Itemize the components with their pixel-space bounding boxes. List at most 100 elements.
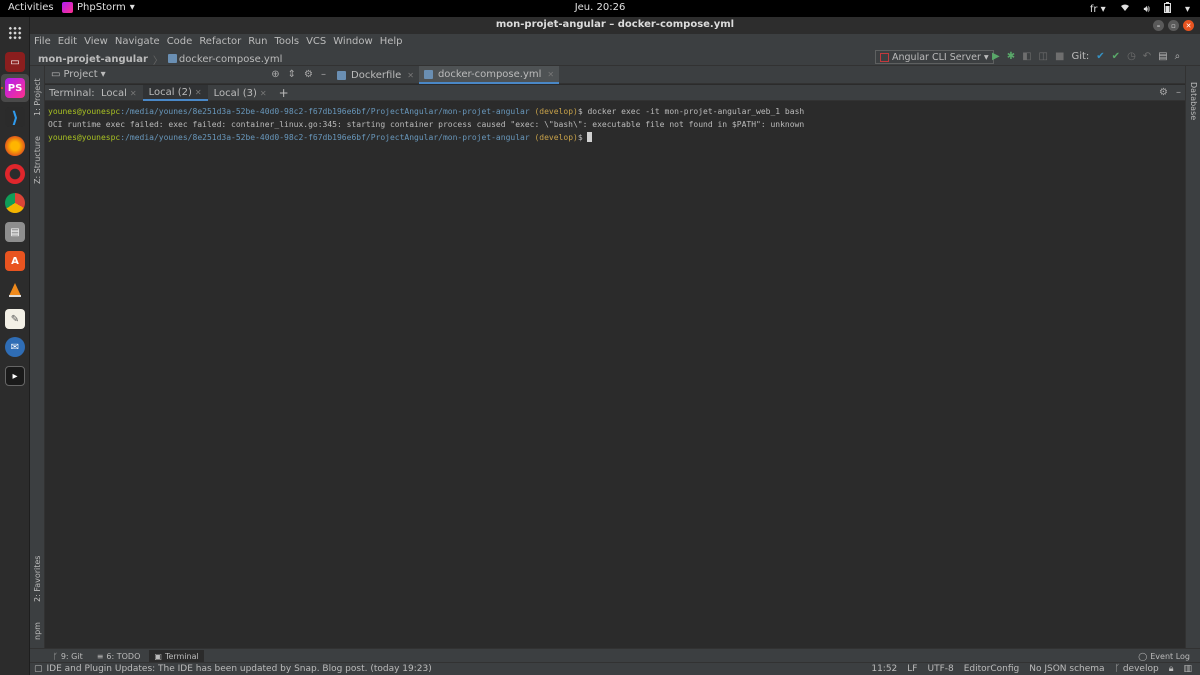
hide-icon[interactable]: – <box>1176 87 1181 98</box>
json-schema-indicator[interactable]: No JSON schema <box>1029 664 1104 674</box>
close-tab-icon[interactable]: ✕ <box>195 88 202 97</box>
screen-recorder-icon[interactable]: ▭ <box>5 52 25 72</box>
activities-button[interactable]: Activities <box>8 2 54 13</box>
menu-help[interactable]: Help <box>380 36 403 47</box>
tab-dockerfile[interactable]: Dockerfile ✕ <box>332 66 419 84</box>
menu-file[interactable]: File <box>34 36 51 47</box>
text-editor-icon[interactable]: ✎ <box>5 309 25 329</box>
phpstorm-dock-icon[interactable]: PS <box>5 78 25 98</box>
gear-icon[interactable]: ⚙ <box>304 69 313 80</box>
debug-icon[interactable]: ✱ <box>1007 51 1015 62</box>
memory-indicator-icon[interactable]: ▥ <box>1183 664 1192 674</box>
vcs-history-icon[interactable]: ◷ <box>1127 51 1136 62</box>
system-tray: fr ▾ 🔊︎ ▾ <box>1090 2 1190 16</box>
project-view-select[interactable]: ▭ Project ▾ <box>51 69 106 80</box>
show-applications-icon[interactable] <box>8 26 22 40</box>
bottom-tool-bar: ᚴ 9: Git ≡ 6: TODO ▣ Terminal ◯ Event Lo… <box>30 648 1200 662</box>
vlc-icon[interactable] <box>5 280 25 300</box>
angular-icon <box>880 52 889 62</box>
profile-icon[interactable]: ◫ <box>1039 51 1048 62</box>
window-titlebar[interactable]: mon-projet-angular – docker-compose.yml … <box>30 17 1200 34</box>
structure-tool-button[interactable]: Z: Structure <box>33 136 42 184</box>
menu-window[interactable]: Window <box>333 36 372 47</box>
terminal-tab-local-2[interactable]: Local (2) ✕ <box>142 85 208 101</box>
branch-icon: ᚴ <box>1114 664 1120 674</box>
caret-position[interactable]: 11:52 <box>871 664 897 674</box>
close-button[interactable]: ✕ <box>1183 20 1194 31</box>
line-separator[interactable]: LF <box>907 664 917 674</box>
software-center-icon[interactable]: A <box>5 251 25 271</box>
run-toolbar: ▶ ✱ ◧ ◫ ■ Git: ✔ ✔ ◷ ↶ ▤ ⌕ <box>992 51 1180 62</box>
run-configuration-select[interactable]: Angular CLI Server ▾ <box>875 50 994 64</box>
app-menu-label: PhpStorm <box>77 2 126 13</box>
maximize-button[interactable]: ▫ <box>1168 20 1179 31</box>
close-tab-icon[interactable]: ✕ <box>407 71 414 80</box>
coverage-icon[interactable]: ◧ <box>1022 51 1031 62</box>
menu-code[interactable]: Code <box>167 36 193 47</box>
project-panel-title: Project <box>63 69 98 80</box>
terminal-label: Terminal: <box>49 88 95 99</box>
database-tool-button[interactable]: Database <box>1189 82 1198 120</box>
breadcrumb-file[interactable]: docker-compose.yml <box>167 54 282 65</box>
menu-tools[interactable]: Tools <box>274 36 299 47</box>
minimize-button[interactable]: – <box>1153 20 1164 31</box>
opera-icon[interactable] <box>5 164 25 184</box>
folder-icon: ▭ <box>51 69 61 80</box>
stop-icon[interactable]: ■ <box>1055 51 1064 62</box>
run-icon[interactable]: ▶ <box>992 51 1000 62</box>
branch-icon: ᚴ <box>53 651 58 661</box>
terminal-line: younes@younespc:/media/younes/8e251d3a-5… <box>48 107 805 116</box>
menu-edit[interactable]: Edit <box>58 36 77 47</box>
status-message[interactable]: ▢ IDE and Plugin Updates: The IDE has be… <box>34 664 432 674</box>
tab-docker-compose[interactable]: docker-compose.yml ✕ <box>418 66 560 84</box>
terminal-tool-button[interactable]: ▣ Terminal <box>149 650 204 662</box>
menu-vcs[interactable]: VCS <box>306 36 326 47</box>
npm-tool-button[interactable]: npm <box>33 622 42 640</box>
close-tab-icon[interactable]: ✕ <box>547 70 554 79</box>
close-tab-icon[interactable]: ✕ <box>260 89 267 98</box>
gear-icon[interactable]: ⚙ <box>1159 87 1168 98</box>
terminal-app-icon[interactable]: ▸ <box>5 366 25 386</box>
thunderbird-icon[interactable]: ✉ <box>5 337 25 357</box>
firefox-icon[interactable] <box>5 136 25 156</box>
terminal-tab-local-3[interactable]: Local (3) ✕ <box>208 85 273 101</box>
wifi-icon[interactable] <box>1120 3 1130 15</box>
editorconfig-indicator[interactable]: EditorConfig <box>964 664 1020 674</box>
locate-icon[interactable]: ⊕ <box>271 69 279 80</box>
vscode-icon[interactable]: ⟩ <box>5 107 25 127</box>
terminal-tab-local[interactable]: Local ✕ <box>95 85 143 101</box>
menu-navigate[interactable]: Navigate <box>115 36 160 47</box>
project-tool-button[interactable]: 1: Project <box>33 78 42 116</box>
git-tool-button[interactable]: ᚴ 9: Git <box>48 650 88 662</box>
terminal-output[interactable]: younes@younespc:/media/younes/8e251d3a-5… <box>45 101 1185 648</box>
file-encoding[interactable]: UTF-8 <box>927 664 953 674</box>
favorites-tool-button[interactable]: 2: Favorites <box>33 556 42 602</box>
keyboard-layout[interactable]: fr ▾ <box>1090 4 1106 15</box>
chrome-icon[interactable] <box>5 193 25 213</box>
todo-tool-button[interactable]: ≡ 6: TODO <box>92 650 146 662</box>
search-icon[interactable]: ⌕ <box>1175 51 1181 62</box>
vcs-revert-icon[interactable]: ↶ <box>1143 51 1151 62</box>
collapse-icon[interactable]: ⇕ <box>288 69 296 80</box>
hide-icon[interactable]: – <box>321 69 326 80</box>
app-menu[interactable]: PhpStorm ▾ <box>62 2 135 13</box>
vcs-update-icon[interactable]: ✔ <box>1096 51 1104 62</box>
project-structure-icon[interactable]: ▤ <box>1158 51 1167 62</box>
toggle-tool-windows-icon[interactable]: ▢ <box>34 664 43 674</box>
vcs-branch[interactable]: ᚴ develop <box>1115 664 1159 674</box>
menu-run[interactable]: Run <box>248 36 267 47</box>
battery-icon[interactable] <box>1163 2 1171 16</box>
menu-view[interactable]: View <box>84 36 108 47</box>
event-log-button[interactable]: ◯ Event Log <box>1138 650 1190 662</box>
vcs-commit-icon[interactable]: ✔ <box>1112 51 1120 62</box>
close-tab-icon[interactable]: ✕ <box>130 89 137 98</box>
power-menu-icon[interactable]: ▾ <box>1185 4 1190 15</box>
breadcrumb-project[interactable]: mon-projet-angular <box>38 54 148 65</box>
menu-refactor[interactable]: Refactor <box>199 36 241 47</box>
new-terminal-button[interactable]: + <box>273 85 295 101</box>
list-icon: ≡ <box>96 651 104 661</box>
clock[interactable]: Jeu. 20:26 <box>575 2 626 13</box>
volume-icon[interactable]: 🔊︎ <box>1144 4 1150 15</box>
files-icon[interactable]: ▤ <box>5 222 25 242</box>
lock-icon[interactable]: 🔒︎ <box>1169 664 1174 674</box>
